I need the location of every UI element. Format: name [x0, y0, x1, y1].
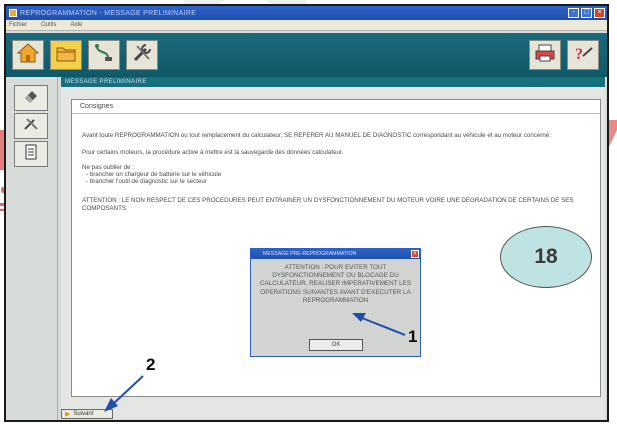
annotation-arrows	[104, 313, 406, 412]
arrow-label-1: 1	[408, 327, 418, 346]
arrow-label-2: 2	[146, 355, 156, 374]
